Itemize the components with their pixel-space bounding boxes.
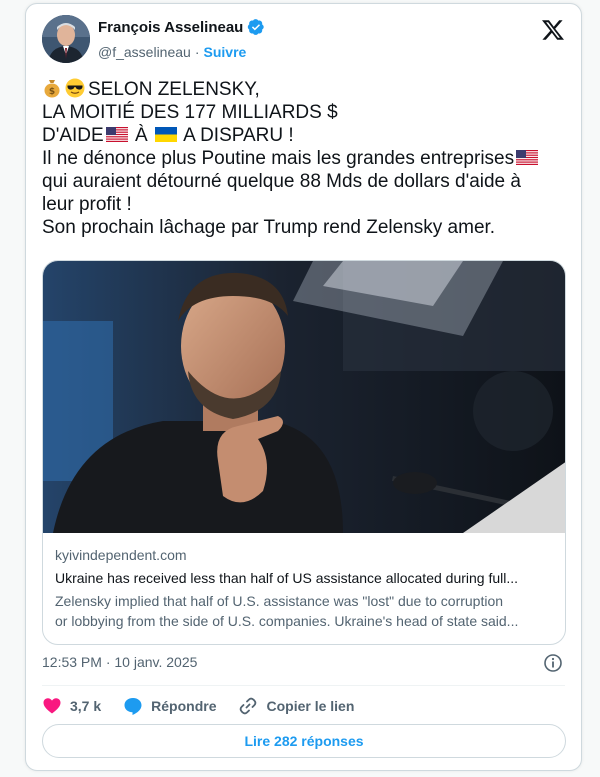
reply-bubble-icon [124, 698, 142, 715]
info-icon[interactable] [543, 653, 563, 673]
tweet-line-3-part-b: À [129, 125, 153, 146]
link-description-line-2: or lobbying from the side of U.S. compan… [55, 613, 519, 629]
tweet-line-7: Son prochain lâchage par Trump rend Zele… [42, 217, 496, 238]
like-button[interactable]: 3,7 k [42, 696, 101, 716]
author-name-row: François Asselineau [98, 18, 265, 36]
author-handle-row: @f_asselineau · Suivre [98, 44, 246, 60]
tweet-line-1: $ SELON ZELENSKY, [42, 78, 572, 101]
reply-button[interactable]: Répondre [123, 696, 216, 716]
timestamp[interactable]: 12:53 PM · 10 janv. 2025 [42, 654, 197, 670]
link-icon [240, 697, 257, 715]
read-replies-button[interactable]: Lire 282 réponses [42, 724, 566, 758]
action-bar: 3,7 k Répondre Copier le lien [42, 694, 376, 718]
us-flag-icon [516, 150, 539, 165]
copy-link-label: Copier le lien [266, 698, 355, 714]
x-logo-icon[interactable] [541, 18, 565, 42]
tweet-line-5: qui auraient détourné quelque 88 Mds de … [42, 171, 521, 192]
divider [42, 685, 565, 686]
like-count: 3,7 k [70, 698, 102, 714]
svg-text:$: $ [49, 87, 55, 97]
ukraine-flag-icon [154, 127, 177, 142]
copy-link-button[interactable]: Copier le lien [238, 696, 354, 716]
link-preview-meta: kyivindependent.com Ukraine has received… [55, 545, 555, 631]
link-preview-image[interactable] [43, 261, 565, 533]
tweet-line-2: LA MOITIÉ DES 177 MILLIARDS $ [42, 102, 338, 123]
heart-icon [43, 698, 61, 714]
tweet-line-3-part-a: D'AIDE [42, 125, 104, 146]
tweet-text: $ SELON ZELENSKY, LA MOITIÉ DES 177 MILL… [42, 78, 572, 239]
tweet-card: François Asselineau @f_asselineau · Suiv… [25, 3, 582, 771]
link-preview-card[interactable]: kyivindependent.com Ukraine has received… [42, 260, 566, 645]
avatar-image [42, 15, 90, 63]
tweet-line-4-text: Il ne dénonce plus Poutine mais les gran… [42, 148, 515, 169]
link-description-line-1: Zelensky implied that half of U.S. assis… [55, 593, 504, 609]
tweet-line-1-text: SELON ZELENSKY, [88, 79, 260, 100]
money-bag-emoji: $ [44, 80, 60, 98]
follow-button[interactable]: Suivre [204, 44, 247, 60]
us-flag-icon [105, 127, 128, 142]
author-handle[interactable]: @f_asselineau [98, 44, 191, 60]
tweet-line-4: Il ne dénonce plus Poutine mais les gran… [42, 147, 572, 170]
tweet-line-3-part-c: A DISPARU ! [178, 125, 294, 146]
handle-separator: · [194, 44, 200, 60]
link-title: Ukraine has received less than half of U… [55, 570, 519, 586]
verified-badge-icon [247, 18, 265, 36]
sunglasses-emoji [65, 78, 85, 98]
link-domain: kyivindependent.com [55, 547, 187, 563]
author-name[interactable]: François Asselineau [98, 19, 243, 36]
tweet-line-6: leur profit ! [42, 194, 132, 215]
avatar[interactable] [42, 15, 90, 63]
tweet-line-3: D'AIDE À A DISPARU ! [42, 124, 572, 147]
reply-label: Répondre [151, 698, 217, 714]
